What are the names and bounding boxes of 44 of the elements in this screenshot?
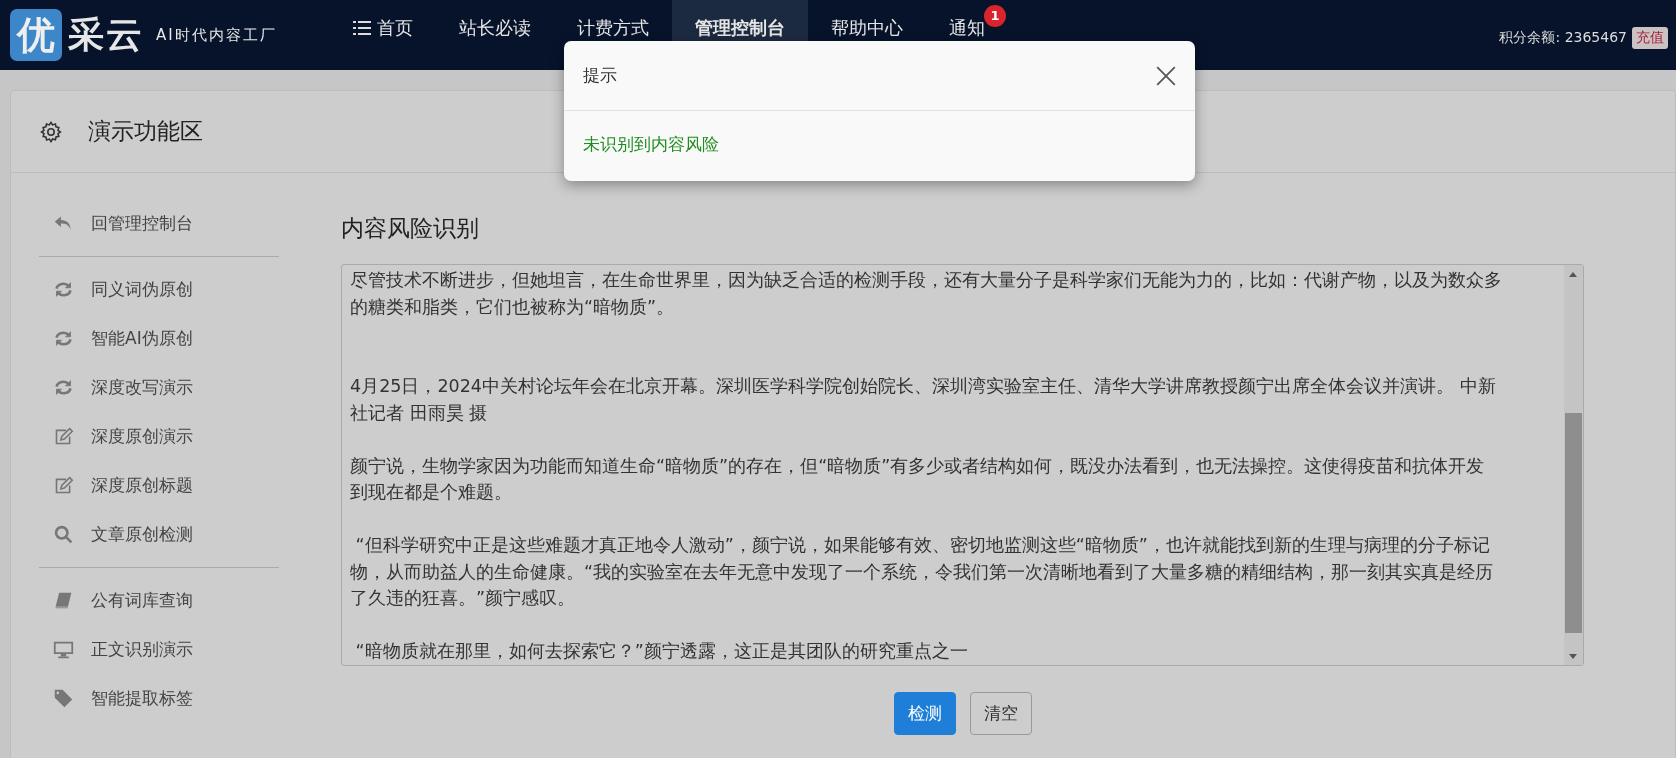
sidebar-item[interactable]: 智能提取标签	[39, 674, 321, 723]
points-balance: 积分余额: 2365467	[1499, 29, 1627, 47]
paragraph: 颜宁说，生物学家因为功能而知道生命“暗物质”的存在，但“暗物质”有多少或者结构如何，既没办法看到，也无法操控。这使得疫苗和抗体开发到现在都是个难题。	[350, 454, 1486, 504]
list-icon	[353, 20, 371, 36]
section-title: 内容风险识别	[341, 214, 480, 243]
nav-tab[interactable]: 通知 1	[926, 0, 1008, 70]
search-icon	[53, 524, 74, 545]
settings-icon	[39, 119, 63, 144]
paragraph: “但科学研究中正是这些难题才真正地令人激动”，颜宁说，如果能够有效、密切地监测这些“暗物质”，也许就能找到新的生理与病理的分子标记物，从而助益人的生命健康。“我的实验室在去年无意中发现了一个系统，令我们第一次清晰地看到了大量多糖的精细结构，那一刻其实真是经历了久违的狂喜。”颜宁感叹。	[350, 534, 1495, 610]
paragraph: “暗物质就在那里，如何去探索它？”颜宁透露，这正是其团队的研究重点之一	[354, 640, 969, 663]
sidebar-item[interactable]: 同义词伪原创	[39, 265, 321, 314]
refresh-icon	[53, 279, 74, 300]
nav-tab[interactable]: 站长必读	[436, 0, 554, 70]
tag-icon	[53, 688, 74, 709]
edit-icon	[53, 475, 74, 496]
refresh-icon	[53, 377, 74, 398]
detect-button[interactable]: 检测	[894, 692, 956, 735]
logo-name[interactable]: 采云	[68, 10, 144, 60]
scrollbar[interactable]	[1564, 265, 1583, 665]
notification-badge: 1	[984, 5, 1006, 27]
sidebar-item[interactable]: 深度原创演示	[39, 412, 321, 461]
sidebar-item[interactable]: 智能AI伪原创	[39, 314, 321, 363]
dialog-title: 提示	[583, 64, 617, 87]
paragraph: 4月25日，2024中关村论坛年会在北京开幕。深圳医学科学院创始院长、深圳湾实验室主任、清华大学讲席教授颜宁出席全体会议并演讲。 中新社记者 田雨昊 摄	[350, 375, 1497, 425]
slogan: AI时代内容工厂	[156, 25, 277, 45]
clear-button[interactable]: 清空	[970, 692, 1032, 735]
sidebar-item[interactable]: 正文识别演示	[39, 625, 321, 674]
sidebar-item[interactable]: 深度改写演示	[39, 363, 321, 412]
edit-icon	[53, 426, 74, 447]
panel-title: 演示功能区	[88, 117, 203, 146]
sidebar-item[interactable]: 深度原创标题	[39, 461, 321, 510]
text-field[interactable]	[341, 264, 1584, 666]
nav-tab[interactable]: 首页	[330, 0, 436, 70]
sidebar-item[interactable]: 公有词库查询	[39, 576, 321, 625]
monitor-icon	[53, 639, 74, 660]
sidebar-item[interactable]: 文章原创检测	[39, 510, 321, 559]
paragraph: 尽管技术不断进步，但她坦言，在生命世界里，因为缺乏合适的检测手段，还有大量分子是科学家们无能为力的，比如：代谢产物，以及为数众多的糖类和脂类，它们也被称为“暗物质”。	[350, 269, 1502, 319]
recharge-button[interactable]: 充值	[1632, 27, 1668, 49]
logo-mark[interactable]: 优	[10, 9, 62, 61]
close-icon[interactable]	[1155, 64, 1177, 87]
book-icon	[53, 590, 74, 611]
dialog-message: 未识别到内容风险	[583, 134, 719, 154]
refresh-icon	[53, 328, 74, 349]
sidebar-item[interactable]: 回管理控制台	[39, 199, 321, 248]
